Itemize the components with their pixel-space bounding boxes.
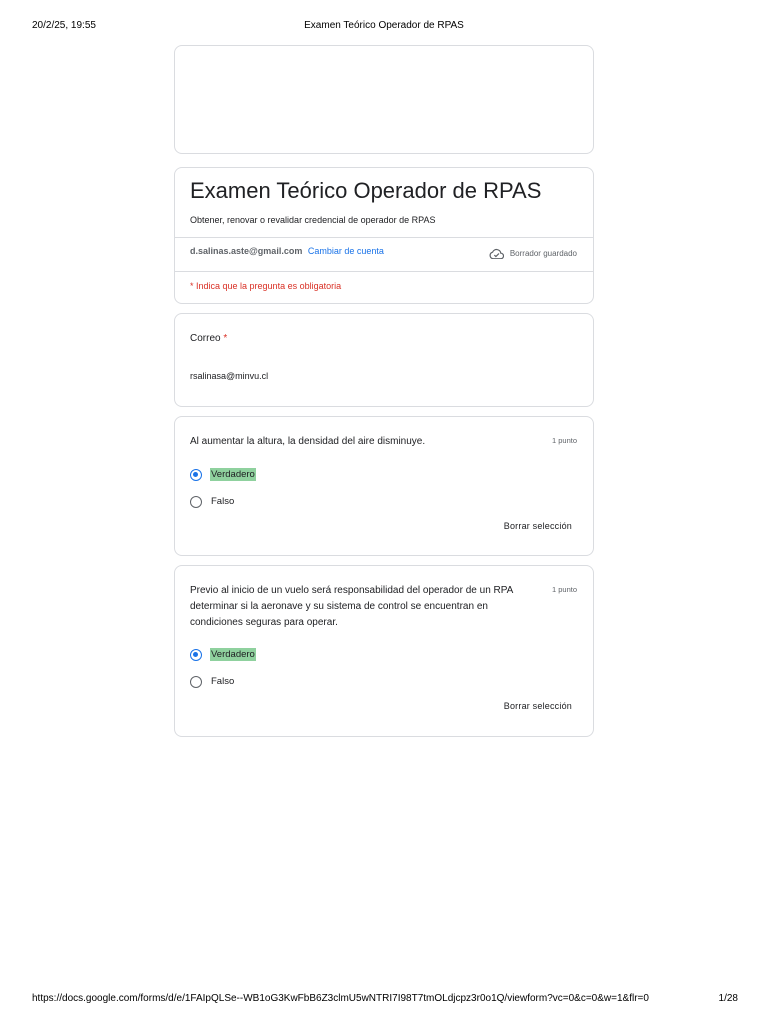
- cloud-check-icon: [489, 248, 504, 259]
- divider: [175, 237, 593, 238]
- email-question-card: Correo * rsalinasa@minvu.cl: [174, 313, 594, 407]
- draft-status-label: Borrador guardado: [509, 249, 577, 258]
- email-question-label: Correo *: [190, 333, 227, 344]
- print-footer: https://docs.google.com/forms/d/e/1FAIpQ…: [0, 993, 768, 1007]
- option-label: Verdadero: [210, 648, 256, 661]
- clear-selection-button[interactable]: Borrar selección: [504, 521, 572, 531]
- option-label: Falso: [211, 496, 235, 507]
- radio-selected-icon[interactable]: [190, 648, 202, 661]
- option-verdadero[interactable]: Verdadero: [190, 468, 256, 481]
- email-answer: rsalinasa@minvu.cl: [190, 371, 269, 381]
- form-title: Examen Teórico Operador de RPAS: [190, 178, 542, 203]
- form-description: Obtener, renovar o revalidar credencial …: [190, 215, 436, 225]
- option-label: Falso: [211, 676, 235, 687]
- printed-page: 20/2/25, 19:55 Examen Teórico Operador d…: [0, 0, 768, 1024]
- header-banner: [174, 45, 594, 154]
- question-text: Al aumentar la altura, la densidad del a…: [190, 436, 426, 447]
- print-page-title: Examen Teórico Operador de RPAS: [304, 20, 464, 31]
- form-header-card: Examen Teórico Operador de RPAS Obtener,…: [174, 167, 594, 304]
- print-page-number: 1/28: [718, 993, 738, 1004]
- account-row: d.salinas.aste@gmail.com Cambiar de cuen…: [190, 246, 384, 256]
- question-text: Previo al inicio de un vuelo será respon…: [190, 585, 513, 628]
- radio-unselected-icon[interactable]: [190, 675, 202, 688]
- print-url: https://docs.google.com/forms/d/e/1FAIpQ…: [32, 993, 649, 1004]
- option-falso[interactable]: Falso: [190, 675, 235, 688]
- account-email: d.salinas.aste@gmail.com: [190, 246, 303, 256]
- question-points: 1 punto: [551, 436, 577, 445]
- question-card: Al aumentar la altura, la densidad del a…: [174, 416, 594, 556]
- print-header: 20/2/25, 19:55 Examen Teórico Operador d…: [0, 20, 768, 34]
- divider: [175, 271, 593, 272]
- option-label: Verdadero: [210, 468, 256, 481]
- clear-selection-button[interactable]: Borrar selección: [504, 701, 572, 711]
- email-label-text: Correo: [190, 333, 221, 344]
- option-falso[interactable]: Falso: [190, 495, 235, 508]
- question-points: 1 punto: [551, 585, 577, 594]
- option-verdadero[interactable]: Verdadero: [190, 648, 256, 661]
- draft-status: Borrador guardado: [489, 248, 577, 259]
- required-mark: *: [223, 333, 228, 344]
- radio-unselected-icon[interactable]: [190, 495, 202, 508]
- question-card: Previo al inicio de un vuelo será respon…: [174, 565, 594, 737]
- required-note: * Indica que la pregunta es obligatoria: [190, 281, 342, 291]
- switch-account-link[interactable]: Cambiar de cuenta: [308, 246, 384, 256]
- radio-selected-icon[interactable]: [190, 468, 202, 481]
